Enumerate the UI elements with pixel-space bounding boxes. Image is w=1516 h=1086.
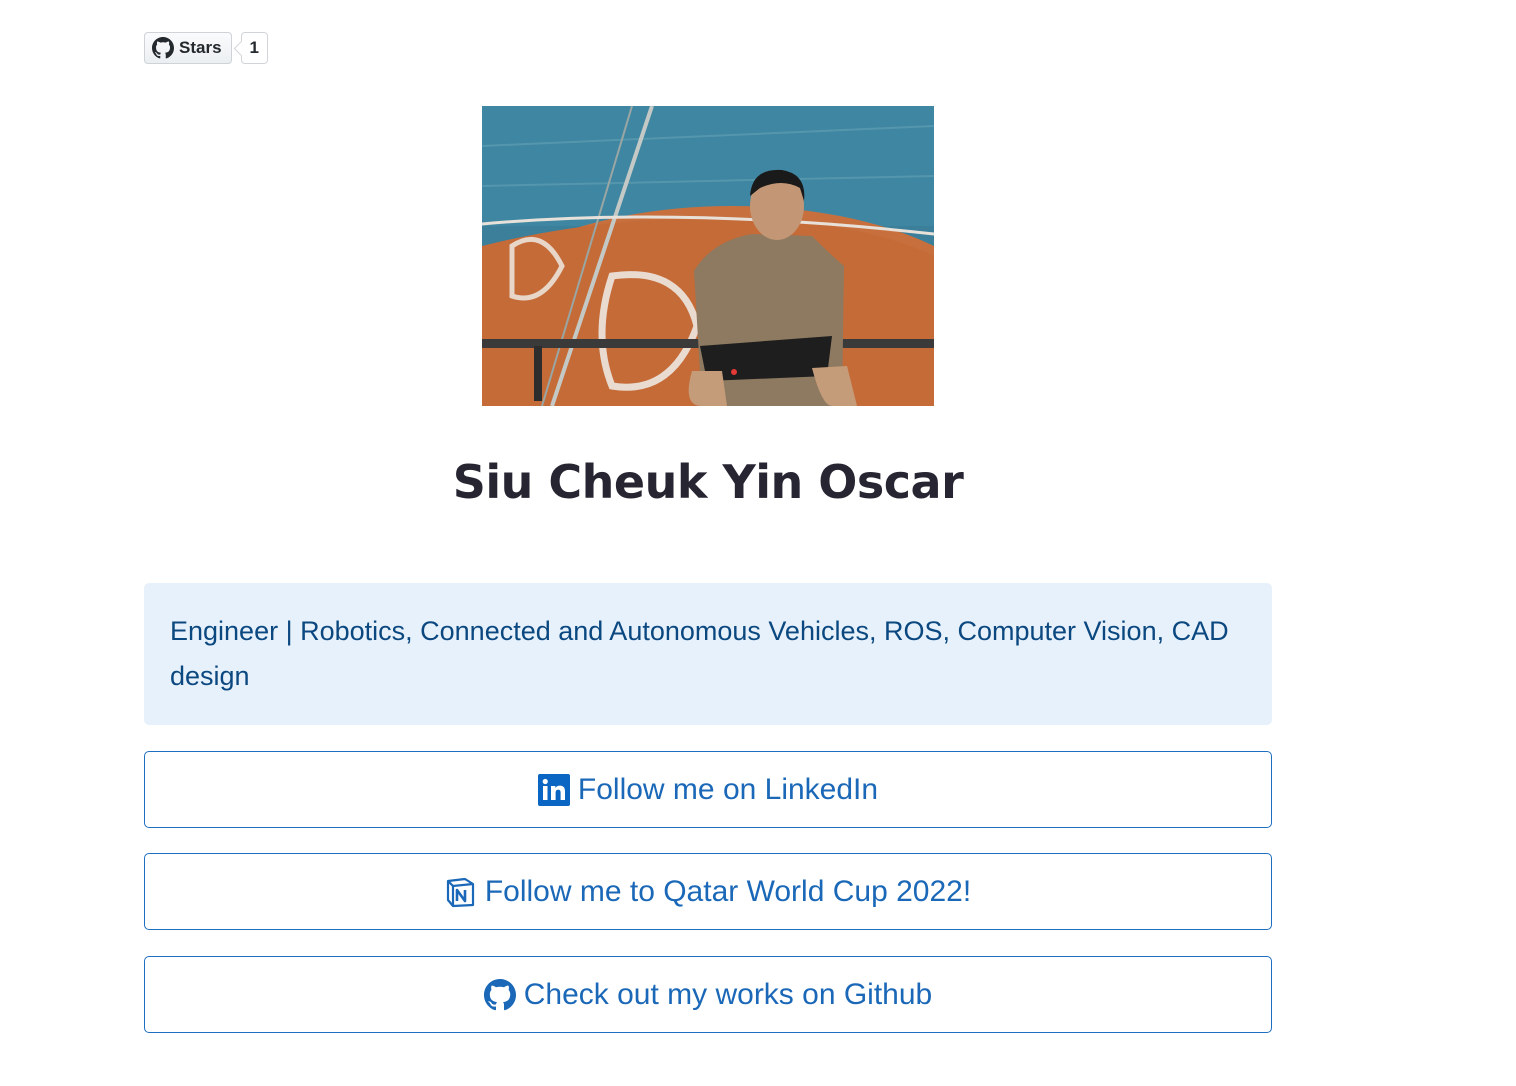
linkedin-link-label: Follow me on LinkedIn xyxy=(577,772,879,806)
profile-bio: Engineer | Robotics, Connected and Auton… xyxy=(144,583,1272,725)
notion-link-button[interactable]: Follow me to Qatar World Cup 2022! xyxy=(144,853,1272,930)
linkedin-link-button[interactable]: Follow me on LinkedIn xyxy=(144,751,1272,828)
stars-count[interactable]: 1 xyxy=(240,32,268,64)
stars-label: Stars xyxy=(179,38,222,57)
notion-icon xyxy=(445,876,477,908)
github-icon xyxy=(483,978,516,1011)
github-stars-widget: Stars 1 xyxy=(144,32,268,64)
github-icon xyxy=(152,37,174,59)
linkedin-icon xyxy=(537,773,570,806)
github-link-button[interactable]: Check out my works on Github xyxy=(144,956,1272,1033)
github-stars-button[interactable]: Stars xyxy=(144,32,232,64)
profile-name: Siu Cheuk Yin Oscar xyxy=(452,455,964,509)
profile-photo xyxy=(482,106,934,406)
github-link-label: Check out my works on Github xyxy=(523,977,933,1011)
notion-link-label: Follow me to Qatar World Cup 2022! xyxy=(484,874,972,908)
